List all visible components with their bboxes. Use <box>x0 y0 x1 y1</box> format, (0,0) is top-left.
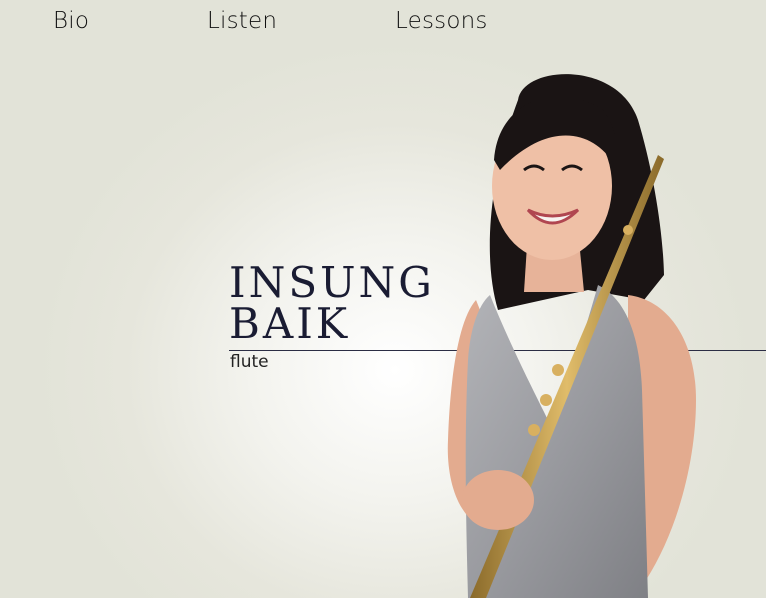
flute-key-shape <box>528 424 540 436</box>
nav-link-listen[interactable]: Listen <box>207 8 277 34</box>
nav-link-bio[interactable]: Bio <box>53 8 89 34</box>
nav-link-lessons[interactable]: Lessons <box>395 8 488 34</box>
top-nav: Bio Listen Lessons <box>0 0 766 46</box>
hand-shape <box>462 470 534 530</box>
flute-key-shape <box>540 394 552 406</box>
artist-name: INSUNG BAIK <box>229 258 435 348</box>
artist-instrument: flute <box>230 352 269 372</box>
artist-first-name: INSUNG <box>229 258 435 307</box>
artist-last-name: BAIK <box>229 299 351 348</box>
artist-portrait <box>447 74 696 598</box>
flute-key-shape <box>552 364 564 376</box>
flute-key-shape <box>623 225 633 235</box>
